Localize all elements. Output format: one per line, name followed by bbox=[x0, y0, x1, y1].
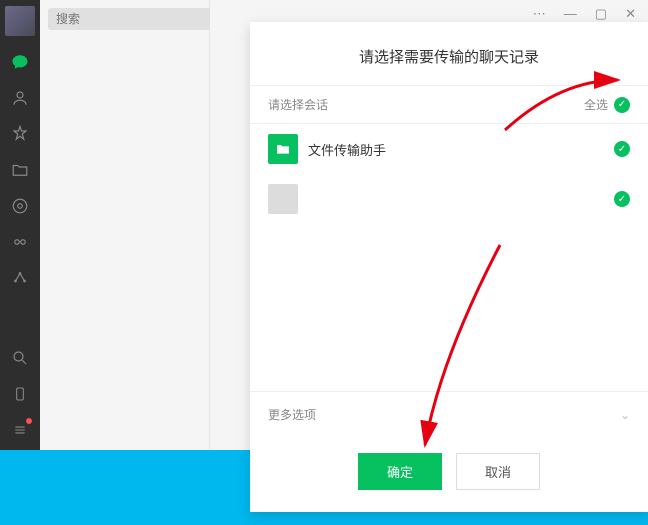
close-icon[interactable]: ✕ bbox=[625, 6, 636, 22]
check-icon: ✓ bbox=[614, 191, 630, 207]
collapse-icon[interactable]: ⋯ bbox=[533, 6, 546, 22]
minimize-icon[interactable]: — bbox=[564, 6, 577, 22]
mini-programs-icon[interactable] bbox=[10, 232, 30, 252]
chat-icon[interactable] bbox=[10, 52, 30, 72]
conversation-list: 文件传输助手 ✓ ✓ bbox=[250, 124, 648, 391]
more-options-label: 更多选项 bbox=[268, 406, 316, 423]
list-item[interactable]: ✓ bbox=[250, 174, 648, 224]
check-icon: ✓ bbox=[614, 141, 630, 157]
cancel-button[interactable]: 取消 bbox=[456, 453, 540, 490]
file-transfer-avatar bbox=[268, 134, 298, 164]
contact-avatar bbox=[268, 184, 298, 214]
moments-icon[interactable] bbox=[10, 196, 30, 216]
confirm-button[interactable]: 确定 bbox=[358, 453, 442, 490]
dialog-title: 请选择需要传输的聊天记录 bbox=[250, 22, 648, 85]
contacts-icon[interactable] bbox=[10, 88, 30, 108]
maximize-icon[interactable]: ▢ bbox=[595, 6, 607, 22]
conversation-panel: ＋ bbox=[40, 0, 210, 450]
search-input[interactable] bbox=[48, 8, 219, 30]
services-icon[interactable] bbox=[10, 268, 30, 288]
select-session-label: 请选择会话 bbox=[268, 96, 328, 113]
list-item[interactable]: 文件传输助手 ✓ bbox=[250, 124, 648, 174]
menu-icon[interactable] bbox=[10, 420, 30, 440]
select-all-toggle[interactable]: 全选 ✓ bbox=[584, 96, 630, 113]
sidebar-nav bbox=[0, 0, 40, 450]
favorites-icon[interactable] bbox=[10, 124, 30, 144]
conversation-name bbox=[308, 190, 604, 209]
select-session-row: 请选择会话 全选 ✓ bbox=[250, 85, 648, 124]
transfer-dialog: 请选择需要传输的聊天记录 请选择会话 全选 ✓ 文件传输助手 ✓ ✓ 更多选项 … bbox=[250, 22, 648, 512]
more-options-row[interactable]: 更多选项 ⌄ bbox=[250, 391, 648, 437]
avatar[interactable] bbox=[5, 6, 35, 36]
select-all-label: 全选 bbox=[584, 96, 608, 113]
conversation-name: 文件传输助手 bbox=[308, 140, 604, 159]
check-icon: ✓ bbox=[614, 97, 630, 113]
dialog-footer: 确定 取消 bbox=[250, 437, 648, 512]
search-nav-icon[interactable] bbox=[10, 348, 30, 368]
files-icon[interactable] bbox=[10, 160, 30, 180]
chevron-down-icon: ⌄ bbox=[620, 408, 630, 422]
phone-icon[interactable] bbox=[10, 384, 30, 404]
